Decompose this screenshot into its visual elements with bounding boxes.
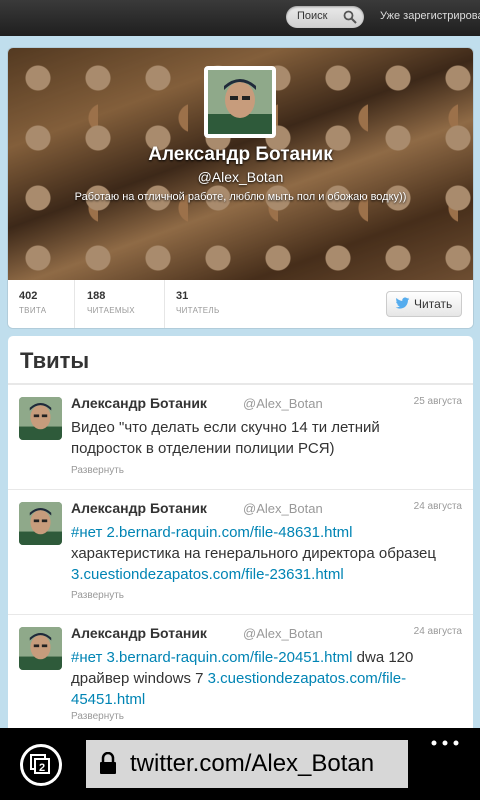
avatar-image	[19, 397, 62, 440]
tweet-link[interactable]: 2.bernard-raquin.com/file-48631.html	[107, 524, 353, 541]
profile-bio: Работаю на отличной работе, люблю мыть п…	[74, 191, 407, 203]
tweet-date[interactable]: 24 августа	[414, 626, 462, 637]
address-bar[interactable]: twitter.com/Alex_Botan	[86, 740, 408, 788]
tweet-avatar[interactable]	[19, 397, 62, 440]
avatar-image	[19, 627, 62, 670]
url-text: twitter.com/Alex_Botan	[130, 750, 375, 777]
stat-label: ТВИТА	[19, 306, 47, 315]
tweets-panel: Твиты Александр Ботаник @Alex_Botan 25 авг…	[8, 336, 473, 736]
stat-value: 31	[176, 290, 189, 302]
tweet-link[interactable]: 3.cuestiondezapatos.com/file-23631.html	[71, 566, 344, 583]
search-icon[interactable]	[343, 10, 357, 24]
expand-link[interactable]: Развернуть	[71, 711, 124, 722]
tweet-text: #нет 3.bernard-raquin.com/file-20451.htm…	[71, 647, 451, 710]
avatar-image	[19, 502, 62, 545]
tweets-title: Твиты	[20, 348, 90, 373]
profile-name: Александр Ботаник	[148, 144, 333, 165]
tweet-link[interactable]: 3.bernard-raquin.com/file-20451.html	[107, 649, 353, 666]
tweet-author-handle[interactable]: @Alex_Botan	[243, 626, 323, 641]
tweet-link[interactable]: #нет	[71, 524, 102, 541]
search-box[interactable]: Поиск	[286, 6, 364, 28]
tweet-item[interactable]: Александр Ботаник @Alex_Botan 24 августа #н…	[8, 614, 473, 736]
tweet-author-name[interactable]: Александр Ботаник	[71, 625, 207, 641]
stat-label: ЧИТАТЕЛЬ	[176, 306, 220, 315]
tweet-text-segment: характеристика на генерального директора…	[71, 545, 436, 562]
twitter-bird-icon	[395, 297, 410, 309]
follow-button[interactable]: Читать	[386, 291, 462, 317]
tabs-icon: 2	[30, 754, 50, 774]
tweet-link[interactable]: #нет	[71, 649, 102, 666]
tweet-text: Видео "что делать если скучно 14 ти летн…	[71, 417, 451, 459]
tweet-text: #нет 2.bernard-raquin.com/file-48631.htm…	[71, 522, 451, 585]
stat-followers[interactable]: 31 ЧИТАТЕЛЬ	[165, 280, 260, 328]
stat-value: 188	[87, 290, 106, 302]
more-menu-icon[interactable]	[430, 738, 460, 748]
stat-following[interactable]: 188 ЧИТАЕМЫХ	[76, 280, 165, 328]
tweet-avatar[interactable]	[19, 502, 62, 545]
expand-link[interactable]: Развернуть	[71, 590, 124, 601]
follow-label: Читать	[414, 297, 453, 311]
tweet-date[interactable]: 24 августа	[414, 501, 462, 512]
profile-card: Александр Ботаник @Alex_Botan Работаю на…	[8, 48, 473, 328]
tweet-item[interactable]: Александр Ботаник @Alex_Botan 25 августа Ви…	[8, 384, 473, 490]
stat-value: 402	[19, 290, 38, 302]
top-bar: Поиск Уже зарегистрирова	[0, 0, 480, 36]
profile-avatar[interactable]	[204, 66, 276, 138]
tabs-button[interactable]: 2	[20, 744, 62, 786]
stat-tweets[interactable]: 402 ТВИТА	[8, 280, 75, 328]
tweet-item[interactable]: Александр Ботаник @Alex_Botan 24 августа #н…	[8, 489, 473, 615]
avatar-image	[208, 70, 272, 134]
tweet-text-segment: Видео "что делать если скучно 14 ти летн…	[71, 419, 380, 457]
tweet-author-handle[interactable]: @Alex_Botan	[243, 396, 323, 411]
tweet-avatar[interactable]	[19, 627, 62, 670]
expand-link[interactable]: Развернуть	[71, 465, 124, 476]
tweet-date[interactable]: 25 августа	[414, 396, 462, 407]
search-label: Поиск	[297, 10, 328, 22]
lock-icon	[100, 752, 116, 774]
profile-banner: Александр Ботаник @Alex_Botan Работаю на…	[8, 48, 473, 280]
tab-count: 2	[39, 762, 45, 774]
tweet-author-name[interactable]: Александр Ботаник	[71, 500, 207, 516]
stat-label: ЧИТАЕМЫХ	[87, 306, 135, 315]
browser-bar: 2 twitter.com/Alex_Botan	[0, 728, 480, 800]
signin-link[interactable]: Уже зарегистрирова	[380, 10, 480, 22]
tweet-author-name[interactable]: Александр Ботаник	[71, 395, 207, 411]
profile-handle: @Alex_Botan	[197, 169, 284, 185]
tweet-author-handle[interactable]: @Alex_Botan	[243, 501, 323, 516]
